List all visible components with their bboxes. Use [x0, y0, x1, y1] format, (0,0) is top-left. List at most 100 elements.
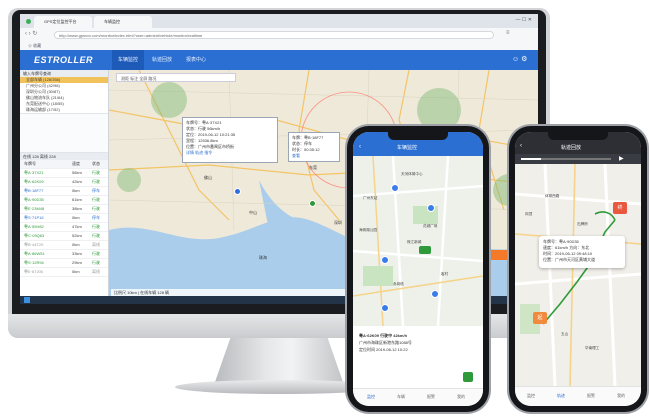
popup-actions[interactable]: 详情 轨迹 指令: [186, 150, 274, 156]
vehicle-sidebar: 输入车牌号查询 全部车辆 (128/356) 广州分公司 (42/98) 深圳分…: [20, 70, 109, 296]
table-row[interactable]: 粤B·18F77 0km 停车: [20, 187, 108, 196]
status-cell: 行驶: [92, 197, 100, 202]
table-row[interactable]: 粤B·44T20 0km 离线: [20, 241, 108, 250]
phone-right-title: 轨迹回放: [561, 145, 582, 151]
poi-label: 五山: [561, 332, 569, 336]
bookmarks-bar[interactable]: ☆ 收藏: [20, 42, 538, 50]
table-row[interactable]: 粤S·71P16 0km 停车: [20, 214, 108, 223]
start-marker[interactable]: 起: [533, 312, 547, 324]
table-row[interactable]: 粤E·23M48 38km 行驶: [20, 205, 108, 214]
nav-item[interactable]: 我的: [611, 393, 631, 399]
browser-tab[interactable]: 车辆监控: [94, 16, 152, 28]
window-controls[interactable]: — ☐ ✕: [516, 17, 532, 23]
poi-label: 广州东站: [363, 196, 378, 200]
table-row[interactable]: 粤E·67J05 0km 离线: [20, 268, 108, 277]
status-cell: 停车: [92, 215, 100, 220]
plate-cell: 粤B·44T20: [24, 242, 44, 247]
table-row[interactable]: 粤C·09Q63 52km 行驶: [20, 232, 108, 241]
vehicle-pin[interactable]: [391, 184, 399, 192]
browser-tab[interactable]: GPS定位监控平台: [34, 16, 92, 28]
popup-action[interactable]: 查看: [292, 153, 336, 159]
column-header[interactable]: 车牌号: [24, 161, 36, 166]
end-marker[interactable]: 终: [613, 202, 627, 214]
tab-monitor[interactable]: 车辆监控: [112, 50, 145, 70]
poi-label: 海珠湖公园: [359, 228, 377, 232]
phone-notch: [388, 132, 448, 140]
phone-left-bottom-nav: 监控 车辆 报警 我的: [353, 388, 483, 406]
list-column-headers: 车牌号 速度 状态: [20, 160, 108, 169]
vehicle-pin[interactable]: [381, 304, 389, 312]
status-cell: 停车: [92, 188, 100, 193]
user-icon[interactable]: ☺ ⚙: [512, 55, 527, 63]
play-icon[interactable]: ▶: [619, 155, 624, 162]
vehicle-pin[interactable]: [427, 204, 435, 212]
tab-track[interactable]: 轨迹回放: [146, 50, 178, 70]
selected-vehicle-marker[interactable]: [419, 246, 431, 254]
plate-cell: 粤A·62K09: [24, 179, 44, 184]
map-status-bar: 比例尺 10km | 在线车辆 128 辆: [111, 289, 354, 296]
phone-right-bottom-nav: 监控 轨迹 报警 我的: [515, 386, 641, 406]
table-row[interactable]: 粤A·62K09 42km 行驶: [20, 178, 108, 187]
map-toolbar[interactable]: 测距 标注 全屏 路况: [116, 73, 236, 82]
nav-item[interactable]: 轨迹: [551, 393, 571, 399]
start-icon[interactable]: [24, 297, 30, 303]
phone-notch: [548, 132, 608, 140]
info-line: 定位时间 2019-06-12 10:22: [359, 347, 408, 352]
nav-item[interactable]: 报警: [581, 393, 601, 399]
status-cell: 行驶: [92, 233, 100, 238]
speed-cell: 52km: [72, 233, 82, 238]
tab-report[interactable]: 报表中心: [180, 50, 212, 70]
phone-left-screen: 车辆监控 ‹ 天河体育中心 广州东站 花城广场 珠江新城 海珠湖公园 客村 赤岗…: [353, 132, 483, 406]
address-bar[interactable]: http://www.gpsxxx.com/monitor/index.html…: [54, 31, 494, 39]
menu-icon[interactable]: ≡: [506, 30, 510, 36]
status-cell: 行驶: [92, 206, 100, 211]
speed-cell: 42km: [72, 179, 82, 184]
table-row[interactable]: 粤A·86W51 33km 行驶: [20, 250, 108, 259]
vehicle-pin[interactable]: [381, 256, 389, 264]
speed-cell: 56km: [72, 170, 82, 175]
plate-cell: 粤E·67J05: [24, 269, 43, 274]
app-logo: ESTROLLER: [34, 55, 94, 65]
nav-item[interactable]: 监控: [361, 394, 381, 400]
info-line: 粤A·62K09 行驶中 42km/h: [359, 333, 408, 338]
tree-spacer: [20, 113, 108, 153]
phone-right-map[interactable]: [515, 164, 641, 386]
plate-cell: 粤A·90D35: [24, 197, 44, 202]
speed-cell: 29km: [72, 260, 82, 265]
plate-cell: 粤A·37X21: [24, 170, 44, 175]
speed-cell: 0km: [72, 269, 80, 274]
speed-cell: 0km: [72, 215, 80, 220]
playback-progress: [521, 158, 541, 160]
column-header[interactable]: 速度: [72, 160, 80, 168]
nav-item[interactable]: 车辆: [391, 394, 411, 400]
nav-item[interactable]: 监控: [521, 393, 541, 399]
vehicle-pin[interactable]: [431, 290, 439, 298]
nav-item[interactable]: 报警: [421, 394, 441, 400]
city-label: 深圳: [334, 220, 342, 225]
speed-cell: 33km: [72, 251, 82, 256]
back-icon[interactable]: ‹: [520, 143, 522, 149]
poi-label: 天河体育中心: [401, 172, 423, 176]
status-cell: 行驶: [92, 170, 100, 175]
poi-label: 岗顶: [525, 212, 533, 216]
speed-cell: 61km: [72, 197, 82, 202]
vehicle-marker[interactable]: [234, 188, 241, 195]
info-line: 广州市海珠区新港东路1088号: [359, 340, 412, 345]
table-row[interactable]: 粤A·37X21 56km 行驶: [20, 169, 108, 178]
back-forward-icon[interactable]: ‹ › ↻: [25, 30, 37, 37]
sidebar-search[interactable]: 输入车牌号查询: [20, 70, 108, 77]
vehicle-list-header: 在线 128 离线 228: [20, 153, 108, 160]
table-row[interactable]: 粤A·55H82 47km 行驶: [20, 223, 108, 232]
track-button[interactable]: [463, 372, 473, 382]
column-header[interactable]: 状态: [92, 160, 100, 168]
status-cell: 离线: [92, 269, 100, 274]
status-cell: 行驶: [92, 179, 100, 184]
table-row[interactable]: 粤S·12R94 29km 行驶: [20, 259, 108, 268]
back-icon[interactable]: ‹: [359, 144, 361, 150]
status-cell: 行驶: [92, 260, 100, 265]
vehicle-marker[interactable]: [309, 200, 316, 207]
nav-item[interactable]: 我的: [451, 394, 471, 400]
poi-label: 石牌桥: [577, 222, 588, 226]
poi-label: 体育西路: [545, 194, 560, 198]
table-row[interactable]: 粤A·90D35 61km 行驶: [20, 196, 108, 205]
